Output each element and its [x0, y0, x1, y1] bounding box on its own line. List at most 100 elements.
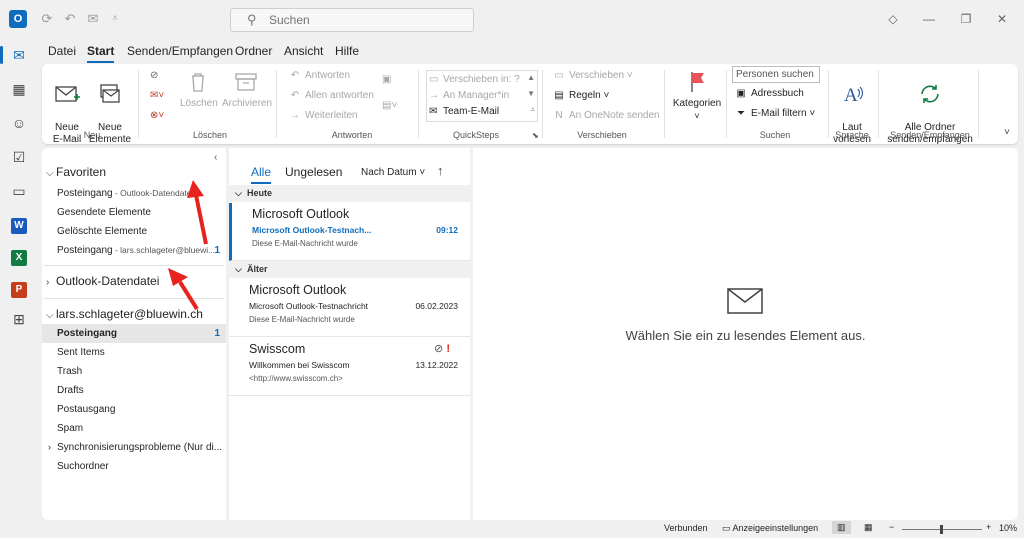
favorite-sent-items[interactable]: Gesendete Elemente: [42, 203, 226, 222]
more-apps-icon[interactable]: ⊞: [6, 306, 32, 332]
dialog-launcher-icon[interactable]: ⬊: [532, 131, 539, 140]
reply-icon: ↶: [290, 70, 300, 81]
quickstep-move-to[interactable]: ▭ Verschieben in: ?: [429, 72, 525, 88]
favorite-inbox-bluewin[interactable]: Posteingang - lars.schlageter@bluewi... 1: [42, 241, 226, 260]
search-icon: ⚲: [247, 12, 257, 27]
folder-inbox[interactable]: Posteingang 1: [42, 324, 226, 343]
message-item[interactable]: Microsoft Outlook Microsoft Outlook-Test…: [229, 279, 470, 337]
quicksteps-gallery[interactable]: ▭ Verschieben in: ? → An Manager*in ✉ Team-…: [426, 70, 538, 122]
gallery-up-icon[interactable]: ▲: [527, 73, 535, 82]
tasks-app-icon[interactable]: ☑: [6, 144, 32, 170]
tab-ordner[interactable]: Ordner: [235, 44, 272, 58]
folder-search-folders[interactable]: Suchordner: [42, 457, 226, 476]
message-item[interactable]: Swisscom ⊘ ! Willkommen bei Swisscom 13.…: [229, 338, 470, 396]
folder-spam[interactable]: Spam: [42, 419, 226, 438]
sort-direction-icon[interactable]: ↑: [437, 163, 444, 178]
mail-outline-icon[interactable]: ✉: [85, 11, 101, 27]
folder-outbox[interactable]: Postausgang: [42, 400, 226, 419]
message-list: Alle Ungelesen Nach Datum ˅ ↑ ⌵ Heute Mic…: [229, 148, 470, 520]
excel-app-icon[interactable]: X: [6, 242, 32, 268]
calendar-app-icon[interactable]: ▦: [6, 76, 32, 102]
zoom-in-button[interactable]: +: [986, 522, 991, 532]
group-header-older[interactable]: ⌵ Älter: [229, 261, 470, 278]
group-label-senden-empfangen: Senden/Empfangen: [890, 130, 970, 140]
onenote-button[interactable]: N An OneNote senden: [552, 108, 659, 124]
zoom-slider-thumb[interactable]: [940, 525, 943, 534]
search-input[interactable]: [269, 13, 459, 27]
chevron-down-icon: ⌵: [235, 188, 242, 198]
folder-sync-issues[interactable]: › Synchronisierungsprobleme (Nur di...: [42, 438, 226, 457]
reply-all-icon: ↶: [290, 90, 300, 101]
address-book-button[interactable]: ▣ Adressbuch: [734, 86, 804, 102]
forward-button[interactable]: → Weiterleiten: [288, 108, 358, 124]
rules-button[interactable]: ▤ Regeln ˅: [552, 88, 609, 104]
close-button[interactable]: ✕: [991, 9, 1013, 29]
reading-view-icon[interactable]: ▦: [864, 522, 873, 533]
powerpoint-app-icon[interactable]: P: [6, 274, 32, 300]
account-header[interactable]: ⌵ lars.schlageter@bluewin.ch: [46, 307, 203, 321]
search-box[interactable]: ⚲: [230, 8, 474, 32]
gallery-down-icon[interactable]: ▼: [527, 89, 535, 98]
quickstep-to-manager[interactable]: → An Manager*in: [429, 88, 525, 104]
message-item[interactable]: Microsoft Outlook Microsoft Outlook-Test…: [229, 203, 470, 261]
folder-trash[interactable]: Trash: [42, 362, 226, 381]
folders-app-icon[interactable]: ▭: [6, 178, 32, 204]
tab-hilfe[interactable]: Hilfe: [335, 44, 359, 58]
group-header-today[interactable]: ⌵ Heute: [229, 185, 470, 202]
undo-icon[interactable]: ↶: [62, 11, 78, 27]
tab-datei[interactable]: Datei: [48, 44, 76, 58]
filter-email-button[interactable]: ⏷ E-Mail filtern ˅: [734, 106, 815, 122]
gallery-more-icon[interactable]: ⩡: [530, 105, 535, 115]
premium-diamond-icon[interactable]: ◇: [882, 9, 904, 29]
datafile-header[interactable]: › Outlook-Datendatei: [46, 274, 159, 288]
collapse-pane-icon[interactable]: ‹: [214, 152, 217, 163]
favorites-header[interactable]: ⌵ Favoriten: [46, 165, 106, 179]
divider: [44, 298, 224, 299]
favorite-inbox-datafile[interactable]: Posteingang - Outlook-Datendatei: [42, 184, 226, 203]
sort-dropdown[interactable]: Nach Datum ˅: [361, 167, 425, 178]
reply-button[interactable]: ↶ Antworten: [288, 68, 350, 84]
cleanup-icon[interactable]: ✉˅: [150, 88, 164, 104]
junk-icon[interactable]: ⊗˅: [150, 108, 164, 124]
categories-button[interactable]: Kategorien ˅: [670, 70, 724, 123]
filter-unread-tab[interactable]: Ungelesen: [285, 165, 342, 179]
normal-view-icon[interactable]: ▥: [832, 521, 851, 534]
delete-button[interactable]: Löschen: [180, 70, 218, 110]
customize-toolbar-icon[interactable]: ⩡: [107, 11, 123, 27]
mail-app-icon[interactable]: ✉: [0, 42, 32, 68]
display-settings-button[interactable]: ▭ Anzeigeeinstellungen: [722, 523, 818, 534]
zoom-out-button[interactable]: −: [889, 522, 894, 532]
tab-start[interactable]: Start: [87, 44, 115, 63]
more-respond-icon[interactable]: ▤˅: [382, 98, 397, 114]
zoom-level[interactable]: 10%: [999, 523, 1017, 533]
tab-senden-empfangen[interactable]: Senden/Empfangen: [127, 44, 233, 58]
folder-drafts[interactable]: Drafts: [42, 381, 226, 400]
rules-icon: ▤: [554, 90, 564, 101]
ignore-icon[interactable]: ⊘: [150, 68, 158, 84]
archive-button[interactable]: Archivieren: [222, 70, 272, 110]
message-subject: Microsoft Outlook-Testnachricht: [249, 301, 369, 311]
sync-icon[interactable]: ⟳: [39, 11, 55, 27]
word-app-icon[interactable]: W: [6, 210, 32, 236]
minimize-button[interactable]: —: [918, 9, 940, 29]
people-app-icon[interactable]: ☺: [6, 110, 32, 136]
ribbon-collapse-icon[interactable]: ˅: [1004, 127, 1010, 138]
outlook-logo-icon: O: [9, 10, 27, 28]
folder-sent-items[interactable]: Sent Items: [42, 343, 226, 362]
move-button[interactable]: ▭ Verschieben ˅: [552, 68, 632, 84]
zoom-slider[interactable]: [902, 525, 982, 534]
favorite-deleted-items[interactable]: Gelöschte Elemente: [42, 222, 226, 241]
new-items-button[interactable]: Neue Elemente ˅: [88, 70, 132, 158]
message-sender: Microsoft Outlook: [249, 283, 347, 297]
read-aloud-icon: A: [844, 85, 864, 106]
tab-ansicht[interactable]: Ansicht: [284, 44, 323, 58]
restore-button[interactable]: ❐: [955, 9, 977, 29]
ribbon-separator: [828, 70, 829, 138]
connection-status: Verbunden: [664, 523, 708, 533]
people-search-input[interactable]: Personen suchen: [732, 66, 820, 83]
reply-all-button[interactable]: ↶ Allen antworten: [288, 88, 374, 104]
trash-icon: [192, 73, 204, 92]
quickstep-team-email[interactable]: ✉ Team-E-Mail: [429, 104, 525, 120]
meeting-icon[interactable]: ▣: [382, 72, 391, 88]
filter-all-tab[interactable]: Alle: [251, 165, 272, 184]
